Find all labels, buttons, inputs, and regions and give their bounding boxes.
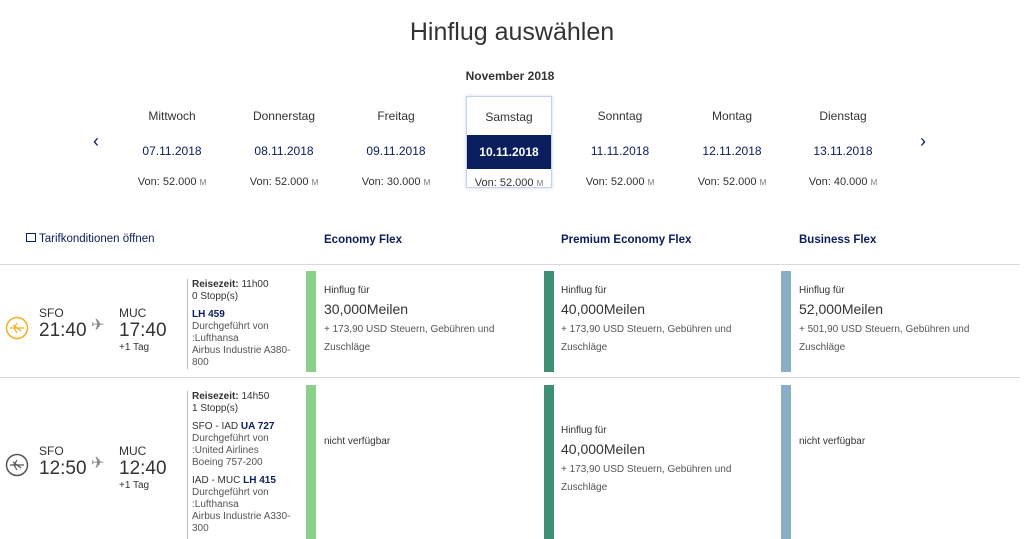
lufthansa-crane-icon: [5, 316, 29, 340]
origin-airport: SFO: [39, 306, 64, 320]
next-days-chevron-icon[interactable]: ›: [916, 132, 930, 150]
external-window-icon: [26, 233, 36, 242]
fare-option-business[interactable]: Hinflug für 52,000Meilen + 501,90 USD St…: [799, 282, 1009, 357]
flight-number-link[interactable]: UA 727: [241, 421, 275, 432]
departure-time: 21:40: [39, 320, 87, 341]
day-option-4[interactable]: Sonntag 11.11.2018 Von: 52.000 M: [577, 96, 663, 188]
flight-row-2[interactable]: SFO 12:50 ✈ MUC 12:40 +1 Tag Reisezeit: …: [0, 378, 1020, 539]
fare-option-premium[interactable]: Hinflug für 40,000Meilen + 173,90 USD St…: [561, 282, 761, 357]
business-color-bar: [781, 385, 791, 539]
previous-days-chevron-icon[interactable]: ‹: [89, 132, 103, 150]
month-label: November 2018: [465, 69, 555, 83]
flight-details: Reisezeit: 14h50 1 Stopp(s) SFO - IAD UA…: [187, 391, 303, 539]
day-name: Donnerstag: [252, 109, 316, 123]
plus-day-label: +1 Tag: [119, 342, 150, 353]
day-price: Von: 52.000 M: [585, 176, 655, 188]
day-date: 12.11.2018: [702, 144, 762, 158]
day-price: Von: 52.000 M: [137, 176, 207, 188]
day-option-6[interactable]: Dienstag 13.11.2018 Von: 40.000 M: [800, 96, 886, 188]
day-option-5[interactable]: Montag 12.11.2018 Von: 52.000 M: [689, 96, 775, 188]
day-price: Von: 52.000 M: [474, 177, 544, 189]
page-title: Hinflug auswählen: [409, 18, 615, 46]
fare-class-economy-flex: Economy Flex: [324, 234, 402, 246]
plus-day-label: +1 Tag: [119, 480, 150, 491]
destination-airport: MUC: [119, 306, 147, 320]
fare-option-economy[interactable]: Hinflug für 30,000Meilen + 173,90 USD St…: [324, 282, 524, 357]
day-name: Sonntag: [597, 109, 643, 123]
economy-color-bar: [306, 385, 316, 539]
day-price: Von: 30.000 M: [361, 176, 431, 188]
day-price: Von: 52.000 M: [249, 176, 319, 188]
day-name: Dienstag: [819, 109, 867, 123]
fare-option-economy: nicht verfügbar: [324, 436, 391, 447]
fare-option-business: nicht verfügbar: [799, 436, 866, 447]
day-name: Mittwoch: [148, 109, 196, 123]
flight-details: Reisezeit: 11h00 0 Stopp(s) LH 459 Durch…: [187, 279, 303, 369]
day-option-2[interactable]: Freitag 09.11.2018 Von: 30.000 M: [353, 96, 439, 188]
premium-color-bar: [544, 271, 554, 372]
destination-airport: MUC: [119, 444, 147, 458]
tariff-conditions-link[interactable]: Tarifkonditionen öffnen: [26, 233, 155, 245]
fare-class-business-flex: Business Flex: [799, 234, 877, 246]
arrival-time: 12:40: [119, 458, 167, 479]
day-date: 09.11.2018: [366, 144, 426, 158]
airplane-icon: ✈: [91, 455, 105, 472]
day-date: 10.11.2018: [467, 135, 551, 169]
day-name: Samstag: [485, 110, 533, 124]
day-date: 07.11.2018: [142, 144, 202, 158]
business-color-bar: [781, 271, 791, 372]
arrival-time: 17:40: [119, 320, 167, 341]
flight-number-link[interactable]: LH 415: [243, 475, 276, 486]
lufthansa-crane-icon: [5, 453, 29, 477]
day-date: 08.11.2018: [254, 144, 314, 158]
day-date: 11.11.2018: [590, 144, 650, 158]
flight-number-link[interactable]: LH 459: [192, 309, 225, 320]
flight-row-1[interactable]: SFO 21:40 ✈ MUC 17:40 +1 Tag Reisezeit: …: [0, 265, 1020, 377]
airplane-icon: ✈: [91, 317, 105, 334]
day-option-0[interactable]: Mittwoch 07.11.2018 Von: 52.000 M: [129, 96, 215, 188]
departure-time: 12:50: [39, 458, 87, 479]
day-option-3-selected[interactable]: Samstag 10.11.2018 Von: 52.000 M: [466, 96, 552, 189]
premium-color-bar: [544, 385, 554, 539]
day-price: Von: 52.000 M: [697, 176, 767, 188]
fare-option-premium[interactable]: Hinflug für 40,000Meilen + 173,90 USD St…: [561, 422, 761, 497]
day-option-1[interactable]: Donnerstag 08.11.2018 Von: 52.000 M: [241, 96, 327, 188]
day-price: Von: 40.000 M: [808, 176, 878, 188]
day-name: Montag: [711, 109, 753, 123]
fare-class-premium-economy-flex: Premium Economy Flex: [561, 234, 692, 246]
day-date: 13.11.2018: [813, 144, 873, 158]
day-name: Freitag: [377, 109, 415, 123]
economy-color-bar: [306, 271, 316, 372]
origin-airport: SFO: [39, 444, 64, 458]
